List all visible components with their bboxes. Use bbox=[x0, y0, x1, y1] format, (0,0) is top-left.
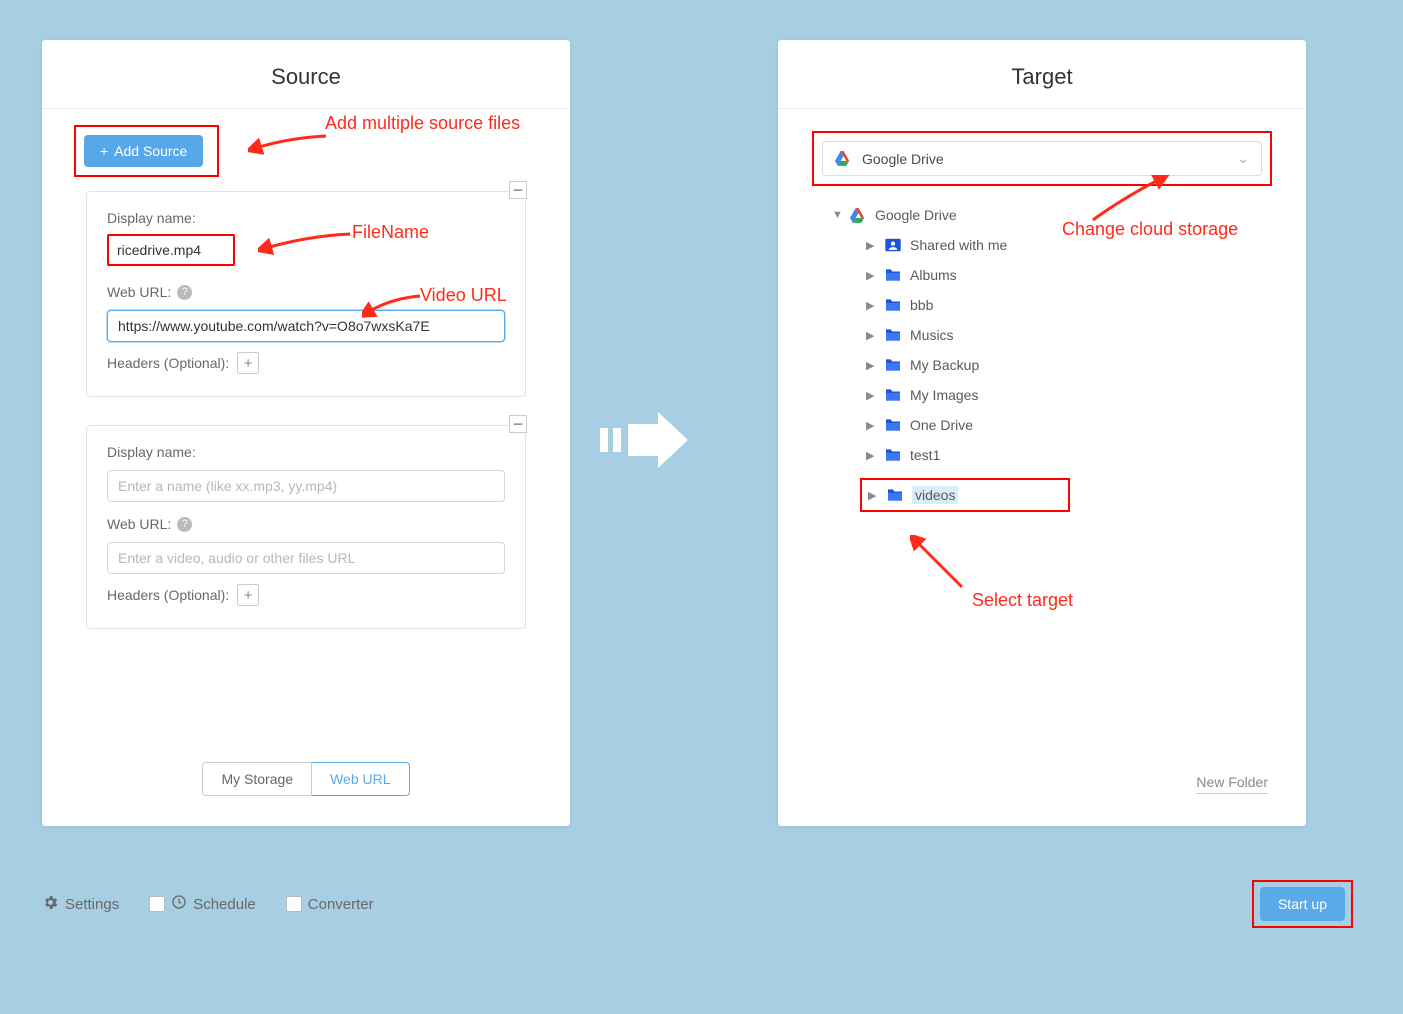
checkbox[interactable] bbox=[286, 896, 302, 912]
tree-folder[interactable]: ▶ test1 bbox=[862, 440, 1306, 470]
caret-right-icon: ▶ bbox=[866, 299, 876, 312]
headers-label: Headers (Optional): bbox=[107, 355, 229, 371]
plus-icon: + bbox=[100, 143, 108, 159]
caret-down-icon: ▼ bbox=[832, 209, 842, 221]
tree-children: ▶ Shared with me ▶ Albums ▶ bbb ▶ Musics ▶ My Bac… bbox=[828, 230, 1306, 520]
folder-icon bbox=[884, 448, 902, 462]
cloud-storage-dropdown[interactable]: Google Drive ⌄ bbox=[822, 141, 1262, 176]
cloud-dropdown-highlight: Google Drive ⌄ bbox=[812, 131, 1272, 186]
add-source-label: Add Source bbox=[114, 143, 187, 159]
source-title: Source bbox=[42, 40, 570, 109]
add-source-button[interactable]: + Add Source bbox=[84, 135, 203, 167]
cloud-dropdown-label: Google Drive bbox=[862, 151, 944, 167]
google-drive-icon bbox=[850, 208, 867, 223]
folder-icon bbox=[884, 358, 902, 372]
source-tabs: My Storage Web URL bbox=[42, 762, 570, 796]
folder-label: bbb bbox=[910, 297, 933, 313]
folder-tree: ▼ Google Drive ▶ Shared with me ▶ Albums ▶ bb… bbox=[778, 196, 1306, 520]
filename-highlight bbox=[107, 234, 235, 266]
clock-icon bbox=[171, 894, 187, 914]
caret-right-icon: ▶ bbox=[866, 239, 876, 252]
settings-button[interactable]: Settings bbox=[42, 894, 119, 915]
web-url-input[interactable] bbox=[107, 310, 505, 342]
display-name-input[interactable] bbox=[111, 238, 231, 262]
target-panel: Target Google Drive ⌄ ▼ Google Drive ▶ Sh… bbox=[778, 40, 1306, 826]
folder-label: Shared with me bbox=[910, 237, 1007, 253]
help-icon[interactable]: ? bbox=[177, 285, 192, 300]
tree-folder[interactable]: ▶ Shared with me bbox=[862, 230, 1306, 260]
source-card: − Display name: Web URL: ? Headers (Opti… bbox=[86, 425, 526, 629]
folder-icon bbox=[884, 298, 902, 312]
tree-folder[interactable]: ▶ Musics bbox=[862, 320, 1306, 350]
tree-folder[interactable]: ▶ bbb bbox=[862, 290, 1306, 320]
folder-icon bbox=[884, 328, 902, 342]
bottom-bar: Settings Schedule Converter Start up bbox=[42, 880, 1353, 928]
tree-folder[interactable]: ▶ One Drive bbox=[862, 410, 1306, 440]
tab-web-url[interactable]: Web URL bbox=[312, 762, 409, 796]
folder-label: test1 bbox=[910, 447, 940, 463]
web-url-input[interactable] bbox=[107, 542, 505, 574]
display-name-label: Display name: bbox=[107, 210, 505, 226]
tree-folder[interactable]: ▶ My Backup bbox=[862, 350, 1306, 380]
add-source-highlight: + Add Source bbox=[74, 125, 219, 177]
folder-label: My Images bbox=[910, 387, 978, 403]
converter-label: Converter bbox=[308, 896, 374, 913]
schedule-toggle[interactable]: Schedule bbox=[149, 894, 256, 914]
converter-toggle[interactable]: Converter bbox=[286, 896, 374, 913]
web-url-label: Web URL: ? bbox=[107, 516, 505, 532]
folder-label: Albums bbox=[910, 267, 957, 283]
folder-icon bbox=[886, 488, 904, 502]
source-card: − Display name: Web URL: ? Headers (Opti… bbox=[86, 191, 526, 397]
collapse-button[interactable]: − bbox=[509, 415, 527, 433]
tree-folder[interactable]: ▶ My Images bbox=[862, 380, 1306, 410]
caret-right-icon: ▶ bbox=[866, 419, 876, 432]
caret-right-icon: ▶ bbox=[866, 329, 876, 342]
help-icon[interactable]: ? bbox=[177, 517, 192, 532]
tree-root[interactable]: ▼ Google Drive bbox=[828, 200, 1306, 230]
start-up-highlight: Start up bbox=[1252, 880, 1353, 928]
schedule-label: Schedule bbox=[193, 896, 256, 913]
collapse-button[interactable]: − bbox=[509, 181, 527, 199]
tree-folder[interactable]: ▶ videos bbox=[862, 470, 1306, 520]
folder-label: videos bbox=[912, 486, 958, 504]
gear-icon bbox=[42, 894, 59, 915]
checkbox[interactable] bbox=[149, 896, 165, 912]
caret-right-icon: ▶ bbox=[868, 489, 878, 502]
folder-icon bbox=[884, 268, 902, 282]
display-name-input[interactable] bbox=[107, 470, 505, 502]
web-url-label: Web URL: ? bbox=[107, 284, 505, 300]
transfer-arrow-icon bbox=[600, 410, 690, 473]
folder-icon bbox=[884, 238, 902, 252]
source-panel: Source + Add Source − Display name: Web U… bbox=[42, 40, 570, 826]
tree-folder[interactable]: ▶ Albums bbox=[862, 260, 1306, 290]
headers-label: Headers (Optional): bbox=[107, 587, 229, 603]
source-cards: − Display name: Web URL: ? Headers (Opti… bbox=[42, 191, 570, 629]
folder-label: My Backup bbox=[910, 357, 979, 373]
target-title: Target bbox=[778, 40, 1306, 109]
tab-my-storage[interactable]: My Storage bbox=[202, 762, 312, 796]
display-name-label: Display name: bbox=[107, 444, 505, 460]
add-header-button[interactable]: + bbox=[237, 584, 259, 606]
caret-right-icon: ▶ bbox=[866, 359, 876, 372]
folder-icon bbox=[884, 388, 902, 402]
folder-icon bbox=[884, 418, 902, 432]
google-drive-icon bbox=[835, 151, 852, 166]
caret-right-icon: ▶ bbox=[866, 269, 876, 282]
folder-label: Musics bbox=[910, 327, 954, 343]
folder-label: One Drive bbox=[910, 417, 973, 433]
caret-right-icon: ▶ bbox=[866, 449, 876, 462]
tree-root-label: Google Drive bbox=[875, 207, 957, 223]
settings-label: Settings bbox=[65, 896, 119, 913]
add-header-button[interactable]: + bbox=[237, 352, 259, 374]
chevron-down-icon: ⌄ bbox=[1237, 150, 1249, 167]
new-folder-button[interactable]: New Folder bbox=[1196, 774, 1268, 794]
caret-right-icon: ▶ bbox=[866, 389, 876, 402]
start-up-button[interactable]: Start up bbox=[1260, 887, 1345, 921]
